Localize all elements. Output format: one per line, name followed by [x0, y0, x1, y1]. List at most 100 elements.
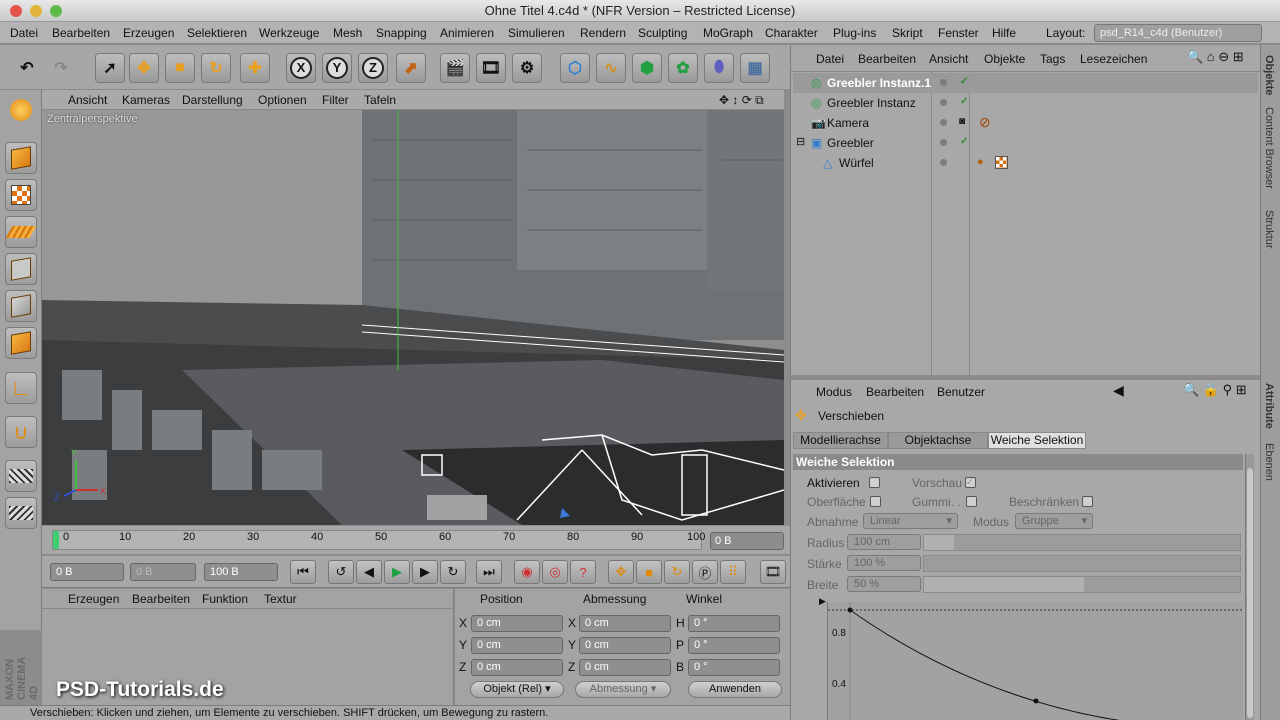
array-icon[interactable]: ✿	[668, 53, 698, 83]
render-picture-viewer-icon[interactable]: 🎞	[476, 53, 506, 83]
last-tool-icon[interactable]: ✚	[240, 53, 270, 83]
menu-rendern[interactable]: Rendern	[580, 26, 626, 40]
start-frame-field[interactable]: 0 B	[50, 563, 124, 581]
object-row[interactable]: ◎ Greebler Instanz ✓	[793, 93, 1258, 113]
menu-snapping[interactable]: Snapping	[376, 26, 427, 40]
end-frame-field[interactable]: 100 B	[204, 563, 278, 581]
expand-graph-icon[interactable]: ▶	[819, 596, 826, 607]
object-row[interactable]: △ Würfel ●	[793, 153, 1258, 173]
rot-h-field[interactable]: 0 °	[688, 615, 780, 632]
menu-animieren[interactable]: Animieren	[440, 26, 494, 40]
enabled-check-icon[interactable]: ✓	[960, 96, 968, 107]
object-menu-bearbeiten[interactable]: Bearbeiten	[858, 52, 916, 66]
keyframe-selection-icon[interactable]: ?	[570, 560, 596, 584]
back-arrow-icon[interactable]: ◀	[1113, 382, 1124, 399]
menu-erzeugen[interactable]: Erzeugen	[123, 26, 174, 40]
render-view-icon[interactable]: 🎬	[440, 53, 470, 83]
rot-p-field[interactable]: 0 °	[688, 637, 780, 654]
menu-fenster[interactable]: Fenster	[938, 26, 979, 40]
object-search-home-icons[interactable]: 🔍 ⌂ ⊖ ⊞	[1187, 49, 1244, 65]
enabled-check-icon[interactable]: ✓	[960, 136, 968, 147]
staerke-field[interactable]: 100 %	[847, 555, 921, 571]
previous-key-icon[interactable]: ↺	[328, 560, 354, 584]
collapse-icon[interactable]: ⊟	[796, 135, 805, 148]
current-frame-field[interactable]: 0 B	[710, 532, 784, 550]
deformer-icon[interactable]: ⬮	[704, 53, 734, 83]
menu-plug-ins[interactable]: Plug-ins	[833, 26, 876, 40]
menu-hilfe[interactable]: Hilfe	[992, 26, 1016, 40]
x-axis-lock-icon[interactable]: X	[286, 53, 316, 83]
grid-lock-icon[interactable]	[5, 497, 37, 529]
material-menu-bearbeiten[interactable]: Bearbeiten	[132, 592, 190, 606]
polygons-mode-icon[interactable]	[5, 327, 37, 359]
tab-content-browser[interactable]: Content Browser	[1263, 107, 1275, 189]
menu-mesh[interactable]: Mesh	[333, 26, 362, 40]
object-menu-ansicht[interactable]: Ansicht	[929, 52, 968, 66]
radius-slider[interactable]	[923, 534, 1241, 551]
breite-slider[interactable]	[923, 576, 1241, 593]
material-menu-funktion[interactable]: Funktion	[202, 592, 248, 606]
spline-icon[interactable]: ∿	[596, 53, 626, 83]
editor-visibility-dot[interactable]	[940, 79, 947, 86]
vorschau-checkbox[interactable]: ✓	[965, 477, 976, 488]
object-menu-lesezeichen[interactable]: Lesezeichen	[1080, 52, 1147, 66]
texture-mode-icon[interactable]	[5, 179, 37, 211]
breite-field[interactable]: 50 %	[847, 576, 921, 592]
attribute-menu-bearbeiten[interactable]: Bearbeiten	[866, 385, 924, 399]
preview-start-field[interactable]: 0 B	[130, 563, 196, 581]
edges-mode-icon[interactable]	[5, 290, 37, 322]
cube-primitive-icon[interactable]: ⬡	[560, 53, 590, 83]
goto-start-icon[interactable]: ⏮	[290, 560, 316, 584]
camera-toggle-icon[interactable]: ◙	[959, 116, 965, 127]
size-y-field[interactable]: 0 cm	[579, 637, 671, 654]
rotate-tool-icon[interactable]: ↻	[201, 53, 231, 83]
tab-modellierachse[interactable]: Modellierachse	[793, 432, 888, 449]
menu-selektieren[interactable]: Selektieren	[187, 26, 247, 40]
tab-objektachse[interactable]: Objektachse	[888, 432, 988, 449]
next-key-icon[interactable]: ↻	[440, 560, 466, 584]
menu-sculpting[interactable]: Sculpting	[638, 26, 687, 40]
select-tool-icon[interactable]: ➚	[95, 53, 125, 83]
layout-select[interactable]: psd_R14_c4d (Benutzer)	[1094, 24, 1262, 42]
move-tool-icon[interactable]: ✥	[129, 53, 159, 83]
viewport-menu-optionen[interactable]: Optionen	[258, 93, 307, 107]
workplane-lock-icon[interactable]	[5, 460, 37, 492]
timeline-window-icon[interactable]: 🎞	[760, 560, 786, 584]
render-settings-icon[interactable]: ⚙	[512, 53, 542, 83]
snapping-magnet-icon[interactable]: ∪	[5, 416, 37, 448]
undo-icon[interactable]: ↶	[12, 53, 42, 83]
apply-button[interactable]: Anwenden	[688, 681, 782, 698]
z-axis-lock-icon[interactable]: Z	[358, 53, 388, 83]
tab-weiche-selektion[interactable]: Weiche Selektion	[988, 432, 1086, 449]
next-frame-icon[interactable]: ▶	[412, 560, 438, 584]
size-x-field[interactable]: 0 cm	[579, 615, 671, 632]
size-z-field[interactable]: 0 cm	[579, 659, 671, 676]
tab-objekte[interactable]: Objekte	[1263, 55, 1275, 95]
object-menu-objekte[interactable]: Objekte	[984, 52, 1025, 66]
object-menu-tags[interactable]: Tags	[1040, 52, 1065, 66]
model-mode-icon[interactable]	[5, 142, 37, 174]
record-keyframe-icon[interactable]: ◉	[514, 560, 540, 584]
play-icon[interactable]: ▶	[384, 560, 410, 584]
beschraenken-checkbox[interactable]	[1082, 496, 1093, 507]
key-position-icon[interactable]: ✥	[608, 560, 634, 584]
object-menu-datei[interactable]: Datei	[816, 52, 844, 66]
nurbs-icon[interactable]: ⬢	[632, 53, 662, 83]
3d-viewport[interactable]: Y X Z Zentralperspektive	[42, 110, 784, 525]
oberflaeche-checkbox[interactable]	[870, 496, 881, 507]
editor-visibility-dot[interactable]	[940, 159, 947, 166]
key-pla-icon[interactable]: ⠿	[720, 560, 746, 584]
previous-frame-icon[interactable]: ◀	[356, 560, 382, 584]
material-menu-erzeugen[interactable]: Erzeugen	[68, 592, 119, 606]
staerke-slider[interactable]	[923, 555, 1241, 572]
auto-keyframe-icon[interactable]: ◎	[542, 560, 568, 584]
protection-tag-icon[interactable]: ⊘	[979, 114, 991, 131]
axis-mode-icon[interactable]: ∟	[5, 372, 37, 404]
attribute-search-lock-icons[interactable]: 🔍 🔒 ⚲ ⊞	[1183, 382, 1247, 398]
attribute-scrollbar[interactable]	[1245, 454, 1254, 720]
object-row[interactable]: 📷 Kamera ◙ ⊘	[793, 113, 1258, 133]
coordinate-mode-dropdown[interactable]: Objekt (Rel) ▾	[470, 681, 564, 698]
playhead-marker[interactable]	[53, 531, 59, 549]
gummi-checkbox[interactable]	[966, 496, 977, 507]
editor-visibility-dot[interactable]	[940, 99, 947, 106]
